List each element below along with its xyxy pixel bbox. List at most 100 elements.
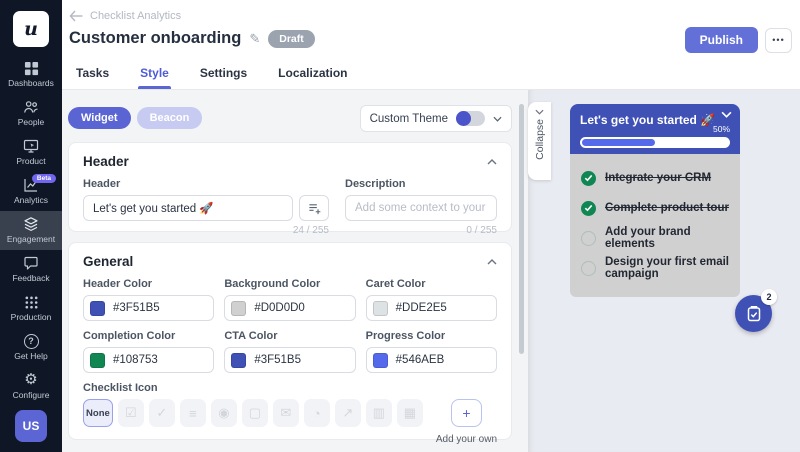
widget-toggle-button[interactable]: Widget bbox=[68, 107, 131, 129]
progress-color-input[interactable]: #546AEB bbox=[366, 347, 497, 373]
icon-option-none[interactable]: None bbox=[83, 399, 113, 427]
logo-letter: u bbox=[24, 18, 38, 40]
checklist-item[interactable]: Design your first email campaign bbox=[581, 253, 729, 283]
collapse-preview-tab[interactable]: Collapse bbox=[528, 102, 551, 180]
tab-settings[interactable]: Settings bbox=[198, 60, 249, 89]
content-area: Widget Beacon Custom Theme Header bbox=[62, 90, 800, 452]
top-actions: Publish ••• bbox=[685, 27, 792, 53]
description-input-label: Description bbox=[345, 178, 497, 190]
checklist-item[interactable]: Add your brand elements bbox=[581, 223, 729, 253]
sidebar-item-label: Configure bbox=[13, 390, 50, 400]
chevron-up-icon[interactable] bbox=[487, 259, 497, 265]
checklist-icon-picker: None ☑ ✓ ≡ ◉ ▢ ✉ ◔ ↗ ▥ ▦ + Add your own bbox=[83, 399, 497, 445]
sidebar-item-label: Engagement bbox=[7, 234, 55, 244]
beta-badge: Beta bbox=[32, 174, 56, 183]
color-field-header: Header Color #3F51B5 bbox=[83, 269, 214, 321]
back-arrow-icon bbox=[69, 10, 83, 22]
sidebar-item-production[interactable]: Production bbox=[0, 289, 62, 328]
chart-up-icon[interactable]: ↗ bbox=[335, 399, 361, 427]
add-custom-icon-button[interactable]: + bbox=[451, 399, 482, 427]
caret-color-input[interactable]: #DDE2E5 bbox=[366, 295, 497, 321]
completion-color-input[interactable]: #108753 bbox=[83, 347, 214, 373]
sidebar-item-label: Feedback bbox=[12, 273, 49, 283]
sidebar-item-configure[interactable]: ⚙ Configure bbox=[0, 367, 62, 406]
app-logo[interactable]: u bbox=[13, 11, 49, 47]
check-icon[interactable]: ✓ bbox=[149, 399, 175, 427]
feedback-bubble-icon bbox=[23, 255, 39, 271]
general-section-card: General Header Color #3F51B5 bbox=[68, 242, 512, 440]
sidebar-item-label: People bbox=[18, 117, 44, 127]
gear-glyph: ⚙ bbox=[24, 372, 37, 388]
color-swatch bbox=[373, 301, 388, 316]
checklist-item-text: Integrate your CRM bbox=[605, 172, 711, 184]
beacon-toggle-button[interactable]: Beacon bbox=[137, 107, 203, 129]
color-swatch bbox=[373, 353, 388, 368]
header-text-input[interactable] bbox=[83, 195, 293, 221]
checklist-launcher-button[interactable]: 2 bbox=[735, 295, 772, 332]
description-text-input[interactable] bbox=[345, 195, 497, 221]
tab-tasks[interactable]: Tasks bbox=[74, 60, 111, 89]
check-circle-icon bbox=[581, 171, 596, 186]
header-char-count: 24 / 255 bbox=[83, 225, 329, 236]
sidebar-item-get-help[interactable]: ? Get Help bbox=[0, 328, 62, 367]
tab-style[interactable]: Style bbox=[138, 60, 171, 89]
checklist-item[interactable]: Complete product tour bbox=[581, 193, 729, 223]
main-area: Checklist Analytics Customer onboarding … bbox=[62, 0, 800, 452]
columns-icon[interactable]: ▥ bbox=[366, 399, 392, 427]
section-title: Header bbox=[83, 154, 129, 169]
color-settings-grid: Header Color #3F51B5 Background Color #D… bbox=[83, 269, 497, 373]
checklist-item-text: Design your first email campaign bbox=[605, 256, 729, 280]
empty-circle-icon bbox=[581, 261, 596, 276]
color-field-cta: CTA Color #3F51B5 bbox=[224, 321, 355, 373]
color-value: #D0D0D0 bbox=[254, 302, 305, 314]
sidebar-item-label: Analytics bbox=[14, 195, 48, 205]
custom-theme-toggle[interactable] bbox=[456, 111, 485, 126]
info-circle-icon[interactable]: ◉ bbox=[211, 399, 237, 427]
launcher-count-badge: 2 bbox=[761, 289, 777, 305]
clipboard-check-icon[interactable]: ☑ bbox=[118, 399, 144, 427]
editor-scrollbar[interactable] bbox=[519, 104, 524, 354]
back-label: Checklist Analytics bbox=[90, 10, 181, 22]
list-icon[interactable]: ≡ bbox=[180, 399, 206, 427]
color-swatch bbox=[90, 301, 105, 316]
sidebar-item-dashboards[interactable]: Dashboards bbox=[0, 55, 62, 94]
background-color-input[interactable]: #D0D0D0 bbox=[224, 295, 355, 321]
widget-header: Let's get you started 🚀 50% bbox=[570, 104, 740, 154]
sidebar-item-product[interactable]: Product bbox=[0, 133, 62, 172]
checklist-item[interactable]: Integrate your CRM bbox=[581, 163, 729, 193]
tab-localization[interactable]: Localization bbox=[276, 60, 349, 89]
back-link[interactable]: Checklist Analytics bbox=[62, 0, 800, 22]
sidebar-item-analytics[interactable]: Beta Analytics bbox=[0, 172, 62, 211]
insert-variable-button[interactable] bbox=[299, 195, 329, 221]
publish-button[interactable]: Publish bbox=[685, 27, 758, 53]
message-icon[interactable]: ✉ bbox=[273, 399, 299, 427]
empty-circle-icon bbox=[581, 231, 596, 246]
add-your-own-block: + Add your own bbox=[436, 399, 497, 445]
sidebar: u Dashboards People Product Beta Analyt bbox=[0, 0, 62, 452]
calendar-icon[interactable]: ▦ bbox=[397, 399, 423, 427]
more-options-button[interactable]: ••• bbox=[765, 28, 792, 53]
chevron-up-icon[interactable] bbox=[487, 159, 497, 165]
sidebar-item-people[interactable]: People bbox=[0, 94, 62, 133]
cta-color-input[interactable]: #3F51B5 bbox=[224, 347, 355, 373]
clipboard-check-icon bbox=[745, 305, 763, 323]
chevron-down-icon[interactable] bbox=[493, 116, 502, 122]
header-color-input[interactable]: #3F51B5 bbox=[83, 295, 214, 321]
description-field-col: Description 0 / 255 bbox=[345, 169, 497, 236]
book-icon[interactable]: ▢ bbox=[242, 399, 268, 427]
widget-collapse-icon[interactable] bbox=[721, 111, 732, 118]
style-editor: Widget Beacon Custom Theme Header bbox=[62, 90, 520, 452]
edit-title-icon[interactable]: ✎ bbox=[249, 31, 260, 47]
add-your-own-label: Add your own bbox=[436, 434, 497, 445]
user-avatar[interactable]: US bbox=[15, 410, 47, 442]
color-field-label: Header Color bbox=[83, 278, 214, 290]
sidebar-item-engagement[interactable]: Engagement bbox=[0, 211, 62, 250]
checklist-item-text: Add your brand elements bbox=[605, 226, 729, 250]
checklist-item-text: Complete product tour bbox=[605, 202, 729, 214]
sidebar-item-feedback[interactable]: Feedback bbox=[0, 250, 62, 289]
custom-theme-control[interactable]: Custom Theme bbox=[360, 105, 512, 132]
header-section-card: Header Header bbox=[68, 142, 512, 232]
color-field-label: Progress Color bbox=[366, 330, 497, 342]
clock-icon[interactable]: ◔ bbox=[304, 399, 330, 427]
color-swatch bbox=[231, 301, 246, 316]
